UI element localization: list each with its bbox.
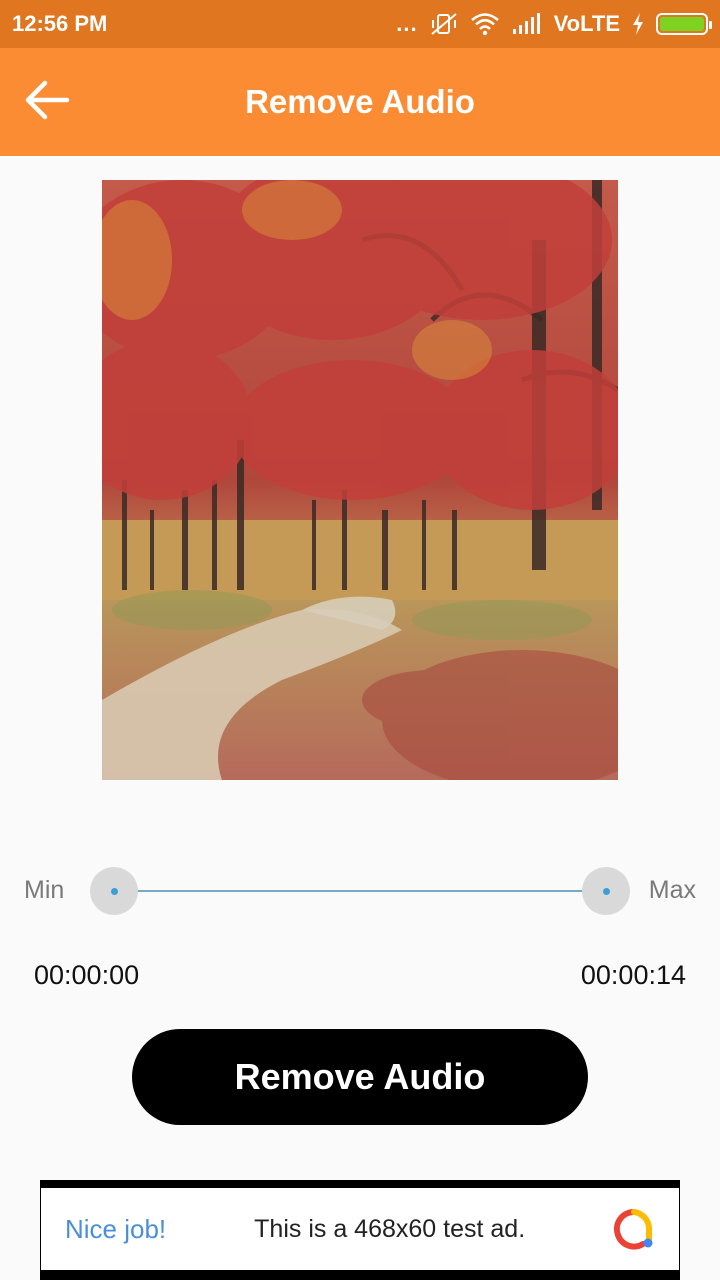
back-button[interactable] bbox=[18, 72, 74, 128]
more-notifications-icon: ... bbox=[396, 11, 418, 36]
video-preview[interactable] bbox=[102, 180, 618, 780]
ad-content[interactable]: Nice job! This is a 468x60 test ad. bbox=[41, 1188, 679, 1270]
range-max-label: Max bbox=[648, 876, 696, 904]
ad-banner[interactable]: Nice job! This is a 468x60 test ad. bbox=[40, 1180, 680, 1280]
ad-text: This is a 468x60 test ad. bbox=[254, 1214, 526, 1243]
status-icons: ... VoLTE bbox=[396, 11, 712, 37]
app-bar: Remove Audio bbox=[0, 48, 720, 156]
charging-icon bbox=[632, 13, 644, 35]
range-end-thumb[interactable] bbox=[582, 867, 630, 915]
signal-icon bbox=[512, 13, 542, 35]
autumn-forest-video-frame bbox=[102, 180, 618, 780]
mute-vibrate-icon bbox=[430, 12, 458, 36]
battery-icon bbox=[656, 13, 712, 35]
range-slider: Min Max bbox=[0, 860, 720, 922]
page-title: Remove Audio bbox=[245, 83, 475, 120]
remove-audio-button[interactable]: Remove Audio bbox=[132, 1029, 588, 1125]
status-bar: 12:56 PM ... VoLTE bbox=[0, 0, 720, 48]
ad-nice-label: Nice job! bbox=[65, 1213, 167, 1244]
ad-choices-logo-icon[interactable] bbox=[613, 1208, 655, 1250]
wifi-icon bbox=[470, 12, 500, 36]
range-start-thumb[interactable] bbox=[90, 867, 138, 915]
arrow-left-icon bbox=[25, 80, 70, 120]
network-type: VoLTE bbox=[553, 11, 620, 36]
start-time: 00:00:00 bbox=[34, 960, 140, 990]
end-time: 00:00:14 bbox=[580, 960, 686, 990]
battery-level bbox=[660, 17, 704, 31]
range-min-label: Min bbox=[24, 876, 65, 904]
status-time: 12:56 PM bbox=[12, 11, 108, 36]
range-track[interactable] bbox=[114, 890, 606, 892]
